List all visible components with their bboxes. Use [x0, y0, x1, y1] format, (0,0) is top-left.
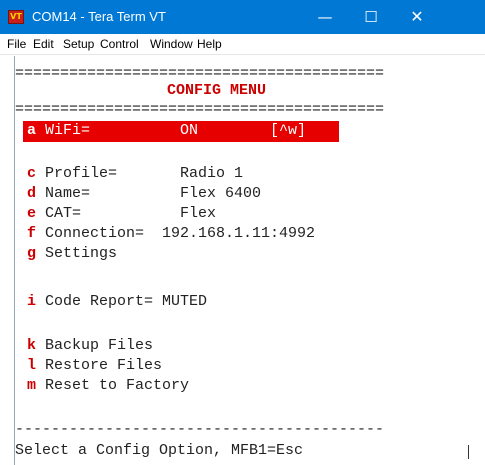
option-key: l — [27, 357, 37, 374]
menu-window[interactable]: Window — [150, 36, 193, 52]
maximize-button[interactable]: ☐ — [348, 0, 394, 34]
option-text: Reset to Factory — [36, 377, 190, 394]
title-bar: VT COM14 - Tera Term VT — ☐ ✕ — [0, 0, 485, 34]
window-title: COM14 - Tera Term VT — [32, 9, 166, 24]
text-cursor — [468, 445, 469, 459]
separator-mid: ========================================… — [15, 101, 385, 118]
menu-file[interactable]: File — [7, 36, 26, 52]
config-menu-heading: CONFIG MENU — [167, 82, 267, 99]
option-wifi[interactable]: a WiFi= ON [^w] — [27, 121, 306, 141]
option-key: g — [27, 245, 37, 262]
option-code-report[interactable]: i Code Report= MUTED — [27, 292, 207, 312]
option-cat[interactable]: e CAT= Flex — [27, 204, 216, 224]
option-key: c — [27, 165, 37, 182]
option-text: Code Report= MUTED — [36, 293, 208, 310]
option-connection[interactable]: f Connection= 192.168.1.11:4992 — [27, 224, 315, 244]
tera-term-icon[interactable]: VT — [8, 10, 24, 24]
option-text: Profile= Radio 1 — [36, 165, 244, 182]
option-key: i — [27, 293, 37, 310]
menu-control[interactable]: Control — [100, 36, 139, 52]
option-backup-files[interactable]: k Backup Files — [27, 336, 153, 356]
option-text: Restore Files — [36, 357, 163, 374]
option-profile[interactable]: c Profile= Radio 1 — [27, 164, 243, 184]
terminal-screen[interactable]: ========================================… — [14, 56, 472, 465]
option-text: Connection= 192.168.1.11:4992 — [36, 225, 316, 242]
option-settings[interactable]: g Settings — [27, 244, 117, 264]
option-name[interactable]: d Name= Flex 6400 — [27, 184, 261, 204]
option-key: d — [27, 185, 37, 202]
option-key: f — [27, 225, 37, 242]
option-key: a — [27, 122, 37, 139]
option-key: m — [27, 377, 37, 394]
menu-setup[interactable]: Setup — [63, 36, 94, 52]
option-key: e — [27, 205, 37, 222]
option-restore-files[interactable]: l Restore Files — [27, 356, 162, 376]
prompt-line: Select a Config Option, MFB1=Esc — [15, 442, 304, 459]
option-text: Backup Files — [36, 337, 154, 354]
option-reset-factory[interactable]: m Reset to Factory — [27, 376, 189, 396]
separator-bottom: ----------------------------------------… — [15, 421, 385, 438]
option-text: CAT= Flex — [36, 205, 217, 222]
menu-bar: File Edit Setup Control Window Help — [0, 34, 485, 55]
close-button[interactable]: ✕ — [394, 0, 440, 34]
option-text: WiFi= ON [^w] — [36, 122, 307, 139]
menu-edit[interactable]: Edit — [33, 36, 54, 52]
option-text: Settings — [36, 245, 118, 262]
minimize-button[interactable]: — — [302, 0, 348, 34]
option-key: k — [27, 337, 37, 354]
menu-help[interactable]: Help — [197, 36, 222, 52]
option-text: Name= Flex 6400 — [36, 185, 262, 202]
